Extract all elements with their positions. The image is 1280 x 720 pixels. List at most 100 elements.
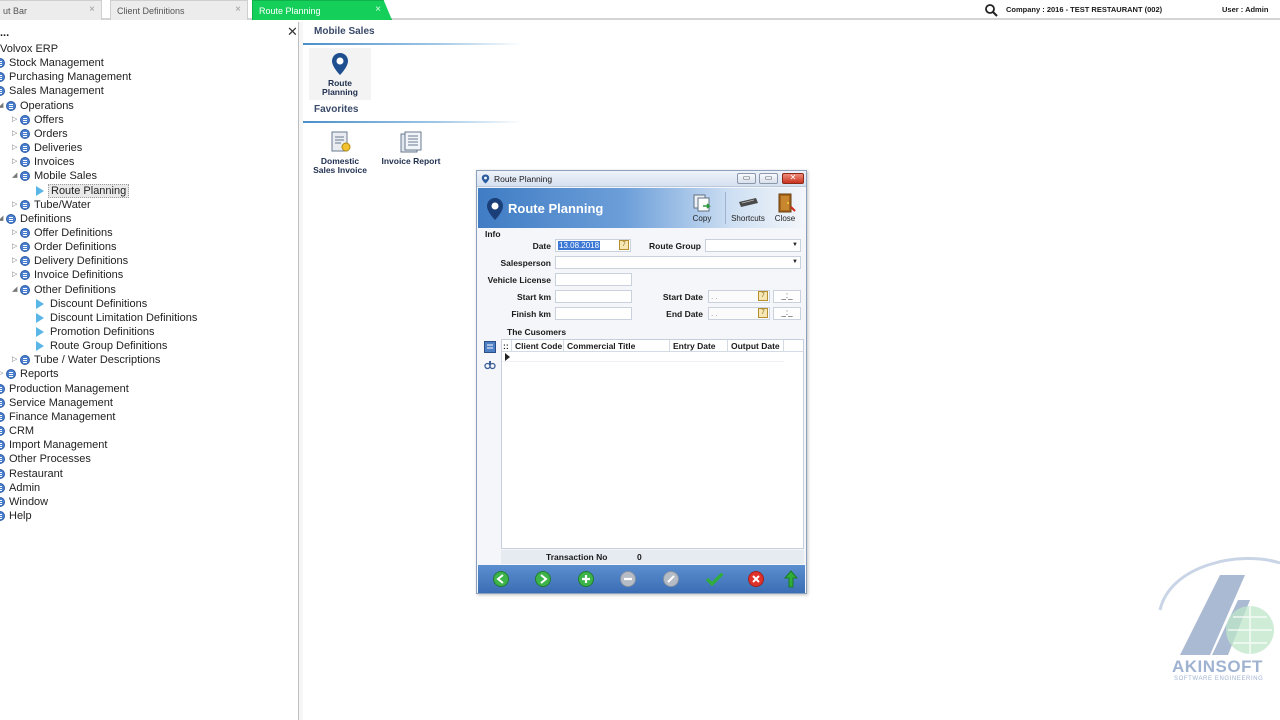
start-km-input[interactable] — [555, 290, 632, 303]
finish-km-input[interactable] — [555, 307, 632, 320]
find-icon[interactable] — [484, 359, 496, 371]
maximize-button[interactable]: ▭ — [759, 173, 778, 184]
navigation-tree-panel: ... ✕ Volvox ERP Stock Management Purchasi… — [0, 22, 299, 720]
tree-item-label: Other Processes — [9, 453, 91, 466]
expand-arrow-icon[interactable]: ▷ — [12, 226, 20, 240]
cancel-icon[interactable] — [748, 571, 764, 587]
expand-arrow-icon[interactable]: ▷ — [12, 141, 20, 155]
tab-client-definitions[interactable]: Client Definitions × — [110, 0, 248, 20]
expand-arrow-icon[interactable]: ▷ — [12, 353, 20, 367]
exit-door-icon — [778, 193, 796, 213]
keyboard-icon — [739, 198, 758, 207]
tab-label: Client Definitions — [117, 6, 185, 16]
tree-item-label: Volvox ERP — [0, 43, 59, 55]
route-planning-tile[interactable]: Route Planning — [309, 48, 371, 100]
end-date-field[interactable]: . . 7 — [708, 307, 770, 320]
start-time-field[interactable]: _:_ — [773, 290, 801, 303]
domestic-sales-invoice-tile[interactable]: Domestic Sales Invoice — [309, 130, 371, 180]
chevron-down-icon[interactable]: ▼ — [792, 259, 798, 265]
shortcuts-button[interactable]: Shortcuts — [728, 191, 768, 227]
vehicle-license-label: Vehicle License — [487, 275, 551, 285]
tree-item-label: Definitions — [20, 212, 72, 225]
menu-list-icon — [0, 411, 5, 422]
route-group-select[interactable]: ▼ — [705, 239, 801, 252]
menu-list-icon — [6, 100, 16, 111]
chevron-down-icon[interactable]: ▼ — [792, 242, 798, 248]
add-record-icon[interactable] — [578, 571, 594, 587]
menu-list-icon — [20, 128, 30, 139]
favorites-section-title: Favorites — [314, 104, 359, 115]
tree-item-label: Offer Definitions — [34, 226, 113, 239]
tree-item-label: Route Planning — [48, 183, 130, 198]
menu-list-icon — [0, 72, 5, 83]
tree-item-label: Admin — [9, 481, 41, 494]
tab-shortcut-bar[interactable]: ut Bar × — [0, 0, 102, 20]
tab-route-planning[interactable]: Route Planning × — [252, 0, 392, 20]
panel-title: ... — [0, 27, 10, 39]
invoice-report-tile[interactable]: Invoice Report — [378, 130, 444, 170]
customers-grid[interactable]: :: Client Code Commercial Title Entry Da… — [501, 339, 804, 549]
expand-arrow-icon[interactable]: ▷ — [12, 268, 20, 282]
expand-arrow-icon[interactable]: ▷ — [12, 155, 20, 169]
tree-item-label: Orders — [34, 127, 68, 140]
previous-record-icon[interactable] — [493, 571, 509, 587]
column-client-code[interactable]: Client Code — [512, 340, 564, 352]
collapse-arrow-icon[interactable]: ◢ — [12, 169, 20, 183]
menu-list-icon — [20, 256, 30, 267]
expand-arrow-icon[interactable]: ▷ — [12, 240, 20, 254]
salesperson-select[interactable]: ▼ — [555, 256, 801, 269]
window-close-button[interactable]: ✕ — [782, 173, 804, 184]
up-arrow-icon[interactable] — [784, 570, 798, 588]
expand-arrow-icon[interactable]: ▷ — [12, 198, 20, 212]
grid-options-icon[interactable]: :: — [502, 340, 512, 352]
next-record-icon[interactable] — [535, 571, 551, 587]
close-button[interactable]: Close — [766, 191, 804, 227]
collapse-arrow-icon[interactable]: ◢ — [12, 283, 20, 297]
transaction-no-label: Transaction No — [546, 552, 608, 562]
tree-item-label: Production Management — [9, 382, 129, 395]
expand-arrow-icon[interactable]: ▷ — [12, 127, 20, 141]
end-date-label: End Date — [666, 309, 703, 319]
calendar-icon[interactable]: 7 — [758, 291, 768, 301]
tab-close-icon[interactable]: × — [235, 4, 241, 15]
start-date-field[interactable]: . . 7 — [708, 290, 770, 303]
edit-record-icon[interactable] — [663, 571, 679, 587]
end-time-field[interactable]: _:_ — [773, 307, 801, 320]
date-field[interactable]: 13.08.2018 7 — [555, 239, 631, 252]
tree-item-label: Window — [9, 495, 49, 508]
vehicle-license-input[interactable] — [555, 273, 632, 286]
route-group-label: Route Group — [649, 241, 701, 251]
tab-close-icon[interactable]: × — [89, 4, 95, 15]
map-pin-icon — [332, 53, 348, 75]
finish-km-label: Finish km — [511, 309, 551, 319]
expand-arrow-icon[interactable]: ▷ — [12, 254, 20, 268]
column-output-date[interactable]: Output Date — [728, 340, 784, 352]
tab-bar: ut Bar × Client Definitions × Route Plan… — [0, 0, 1280, 20]
dialog-titlebar[interactable]: Route Planning ▭ ▭ ✕ — [477, 171, 806, 187]
table-row[interactable] — [502, 352, 784, 362]
column-entry-date[interactable]: Entry Date — [670, 340, 728, 352]
dialog-header: Route Planning Copy Shortcuts Close — [478, 188, 805, 228]
save-check-icon[interactable] — [705, 571, 725, 587]
form-leaf-icon — [36, 312, 44, 323]
calendar-icon[interactable]: 7 — [758, 308, 768, 318]
panel-splitter[interactable] — [299, 22, 303, 720]
record-navigation-bar — [478, 565, 805, 593]
tree-item-label: Finance Management — [9, 410, 116, 423]
column-commercial-title[interactable]: Commercial Title — [564, 340, 670, 352]
copy-label: Copy — [692, 214, 712, 223]
tree-item-label: Mobile Sales — [34, 170, 97, 183]
delete-record-icon[interactable] — [620, 571, 636, 587]
tree-item-label: Tube/Water — [34, 198, 91, 211]
close-icon[interactable]: ✕ — [287, 24, 298, 40]
edit-list-icon[interactable] — [484, 341, 496, 353]
search-icon[interactable] — [984, 3, 998, 17]
minimize-button[interactable]: ▭ — [737, 173, 756, 184]
calendar-icon[interactable]: 7 — [619, 240, 629, 250]
tree-item-label: Service Management — [9, 396, 113, 409]
tree-item-label: Order Definitions — [34, 241, 117, 254]
expand-arrow-icon[interactable]: ▷ — [12, 113, 20, 127]
copy-button[interactable]: Copy — [683, 191, 721, 227]
dialog-window-title: Route Planning — [494, 174, 553, 184]
tab-close-icon[interactable]: × — [375, 4, 381, 15]
